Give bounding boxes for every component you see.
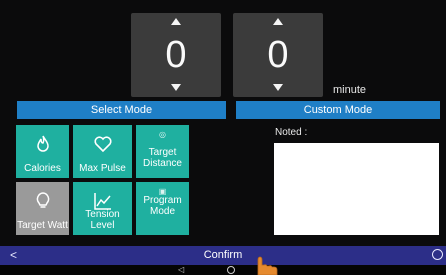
nav-home-icon[interactable]	[227, 266, 235, 274]
arrow-up-icon[interactable]	[273, 18, 283, 25]
stepper-minute-value: 0	[267, 34, 289, 76]
screen: 0 0 minute Select Mode Custom Mode Calor…	[0, 0, 446, 275]
confirm-bar: < Confirm	[0, 246, 446, 265]
program-mode-label: Program Mode	[143, 195, 182, 217]
hand-cursor-icon	[257, 256, 278, 275]
notes-label: Noted :	[275, 127, 308, 138]
calories-tile[interactable]: Calories	[16, 125, 69, 178]
target-icon: ◎	[159, 130, 166, 139]
program-mode-tile[interactable]: ▣ Program Mode	[136, 182, 189, 235]
confirm-button[interactable]: Confirm	[0, 249, 446, 261]
chart-icon	[93, 193, 111, 210]
target-distance-tile[interactable]: ◎ Target Distance	[136, 125, 189, 178]
target-watt-label: Target Watt	[17, 220, 68, 231]
max-pulse-label: Max Pulse	[79, 163, 126, 174]
nav-back-icon[interactable]: ◁	[178, 265, 184, 275]
calories-label: Calories	[24, 163, 61, 174]
target-distance-label: Target Distance	[143, 147, 182, 169]
max-pulse-tile[interactable]: Max Pulse	[73, 125, 132, 178]
target-watt-tile[interactable]: Target Watt	[16, 182, 69, 235]
notes-textarea[interactable]	[274, 143, 439, 235]
arrow-down-icon[interactable]	[273, 84, 283, 91]
heart-icon	[93, 136, 112, 153]
tension-level-tile[interactable]: Tension Level	[73, 182, 132, 235]
select-mode-button[interactable]: Select Mode	[17, 101, 226, 119]
flame-icon	[36, 135, 49, 152]
bulb-icon	[36, 192, 49, 208]
settings-icon[interactable]	[432, 249, 443, 260]
tension-level-label: Tension Level	[85, 209, 120, 231]
duration-stepper-left: 0	[131, 13, 221, 97]
custom-mode-button[interactable]: Custom Mode	[236, 101, 440, 119]
duration-stepper-minute: 0	[233, 13, 323, 97]
stepper-left-value: 0	[165, 34, 187, 76]
minute-unit-label: minute	[333, 84, 367, 96]
arrow-down-icon[interactable]	[171, 84, 181, 91]
system-navbar	[0, 265, 446, 275]
arrow-up-icon[interactable]	[171, 18, 181, 25]
